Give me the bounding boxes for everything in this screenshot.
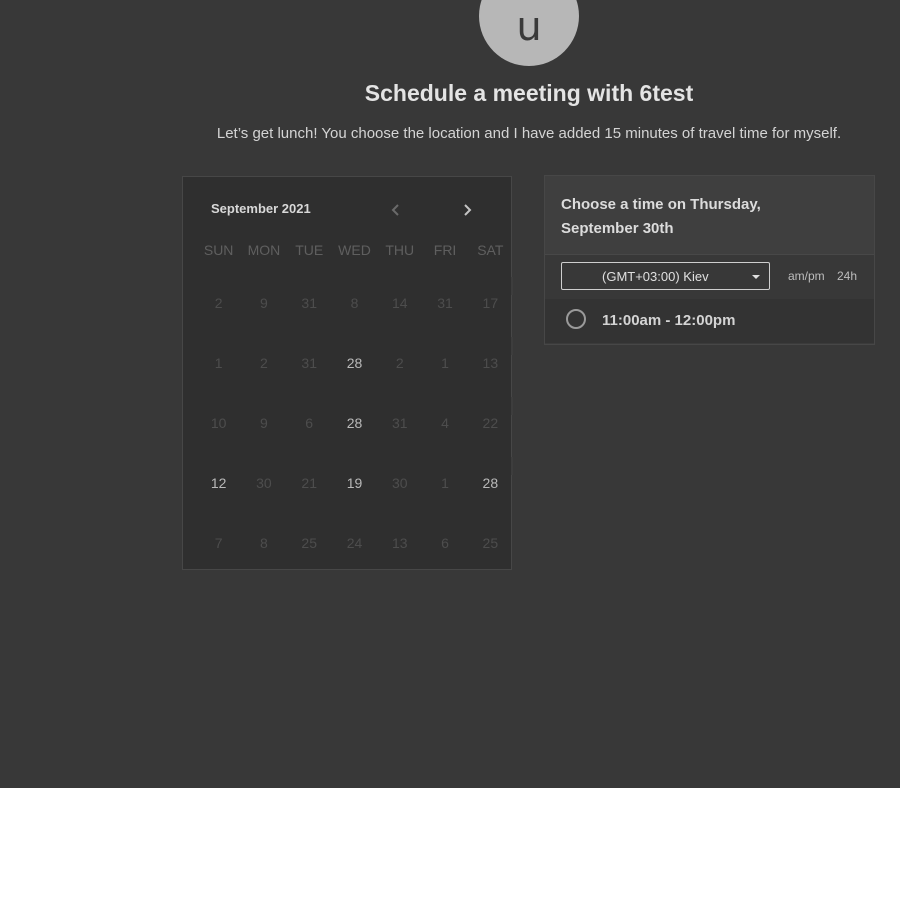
- calendar-day-unavailable: 31: [437, 295, 453, 311]
- calendar-day-unavailable: 13: [391, 535, 408, 551]
- calendar-day-available[interactable]: 19: [332, 473, 377, 493]
- meeting-description: Let’s get lunch! You choose the location…: [216, 125, 842, 142]
- calendar-day-unavailable: 30: [256, 475, 272, 491]
- timezone-row: (GMT+03:00) Kiev am/pm 24h: [545, 255, 874, 299]
- calendar-grid: 2 9 31 8 14 31 17 1 2 31 28 2 1 13 10 9 6 28 31 4 22 12 30 21 19…: [196, 273, 513, 573]
- calendar-day-available[interactable]: 28: [468, 473, 513, 493]
- time-selection-panel: Choose a time on Thursday, September 30t…: [544, 175, 875, 345]
- weekday-header: SUN MON TUE WED THU FRI SAT: [196, 242, 513, 258]
- time-format-ampm-toggle[interactable]: am/pm: [788, 269, 825, 283]
- calendar-month-label: September 2021: [211, 201, 311, 216]
- time-panel-title: Choose a time on Thursday, September 30t…: [561, 196, 761, 237]
- calendar-day-unavailable: 4: [441, 415, 449, 431]
- weekday-label: THU: [385, 242, 415, 258]
- calendar-week-row: 10 9 6 28 31 4 22: [196, 393, 513, 453]
- time-format-24h-toggle[interactable]: 24h: [837, 269, 857, 283]
- calendar-day-unavailable: 2: [214, 295, 223, 311]
- calendar-day-unavailable: 31: [301, 355, 317, 371]
- calendar-day-unavailable: 13: [482, 355, 499, 371]
- calendar-day-unavailable: 1: [214, 355, 223, 371]
- calendar-day-unavailable: 6: [305, 415, 314, 431]
- calendar-day-unavailable: 8: [260, 535, 268, 551]
- calendar-day-unavailable: 2: [395, 355, 404, 371]
- calendar-day-unavailable: 10: [210, 415, 227, 431]
- avatar-initial: u: [516, 4, 542, 50]
- page-title: Schedule a meeting with 6test: [364, 80, 694, 106]
- weekday-label: TUE: [295, 242, 324, 258]
- chevron-right-icon: [464, 204, 472, 216]
- time-slot-label: 11:00am - 12:00pm: [602, 312, 736, 329]
- calendar-day-unavailable: 17: [482, 295, 499, 311]
- chevron-left-icon: [391, 204, 399, 216]
- next-month-button[interactable]: [456, 199, 480, 221]
- calendar: September 2021 SUN MON TUE WED THU FRI S…: [182, 176, 513, 573]
- calendar-day-unavailable: 30: [391, 475, 408, 491]
- timezone-value: (GMT+03:00) Kiev: [602, 269, 709, 284]
- caret-down-icon: [752, 275, 760, 279]
- weekday-label: MON: [247, 242, 281, 258]
- calendar-week-row: 7 8 25 24 13 6 25: [196, 513, 513, 573]
- calendar-day-unavailable: 1: [441, 355, 449, 371]
- calendar-day-available[interactable]: 28: [332, 353, 377, 373]
- time-slot[interactable]: 11:00am - 12:00pm: [545, 299, 874, 343]
- calendar-day-unavailable: 2: [260, 355, 268, 371]
- time-panel-header: Choose a time on Thursday, September 30t…: [545, 176, 874, 255]
- weekday-label: WED: [338, 242, 371, 258]
- calendar-week-row: 1 2 31 28 2 1 13: [196, 333, 513, 393]
- calendar-day-unavailable: 7: [214, 535, 223, 551]
- calendar-day-unavailable: 8: [350, 295, 359, 311]
- calendar-day-available[interactable]: 12: [196, 473, 241, 493]
- radio-circle-icon[interactable]: [566, 309, 586, 329]
- calendar-edge-divider: [511, 277, 513, 507]
- calendar-day-unavailable: 25: [482, 535, 499, 551]
- calendar-week-row: 2 9 31 8 14 31 17: [196, 273, 513, 333]
- calendar-day-unavailable: 31: [391, 415, 408, 431]
- calendar-day-unavailable: 1: [441, 475, 449, 491]
- calendar-day-unavailable: 21: [301, 475, 317, 491]
- weekday-label: SAT: [477, 242, 504, 258]
- calendar-day-unavailable: 14: [391, 295, 408, 311]
- calendar-day-unavailable: 31: [301, 295, 317, 311]
- calendar-week-row: 12 30 21 19 30 1 28: [196, 453, 513, 513]
- weekday-label: SUN: [203, 242, 234, 258]
- calendar-day-unavailable: 24: [346, 535, 363, 551]
- calendar-day-unavailable: 25: [301, 535, 317, 551]
- previous-month-button[interactable]: [383, 199, 407, 221]
- calendar-day-unavailable: 9: [260, 295, 268, 311]
- timezone-select[interactable]: (GMT+03:00) Kiev: [561, 262, 770, 290]
- calendar-day-unavailable: 6: [441, 535, 449, 551]
- calendar-day-unavailable: 22: [482, 415, 499, 431]
- calendar-day-unavailable: 9: [260, 415, 268, 431]
- weekday-label: FRI: [433, 242, 457, 258]
- calendar-day-available[interactable]: 28: [332, 413, 377, 433]
